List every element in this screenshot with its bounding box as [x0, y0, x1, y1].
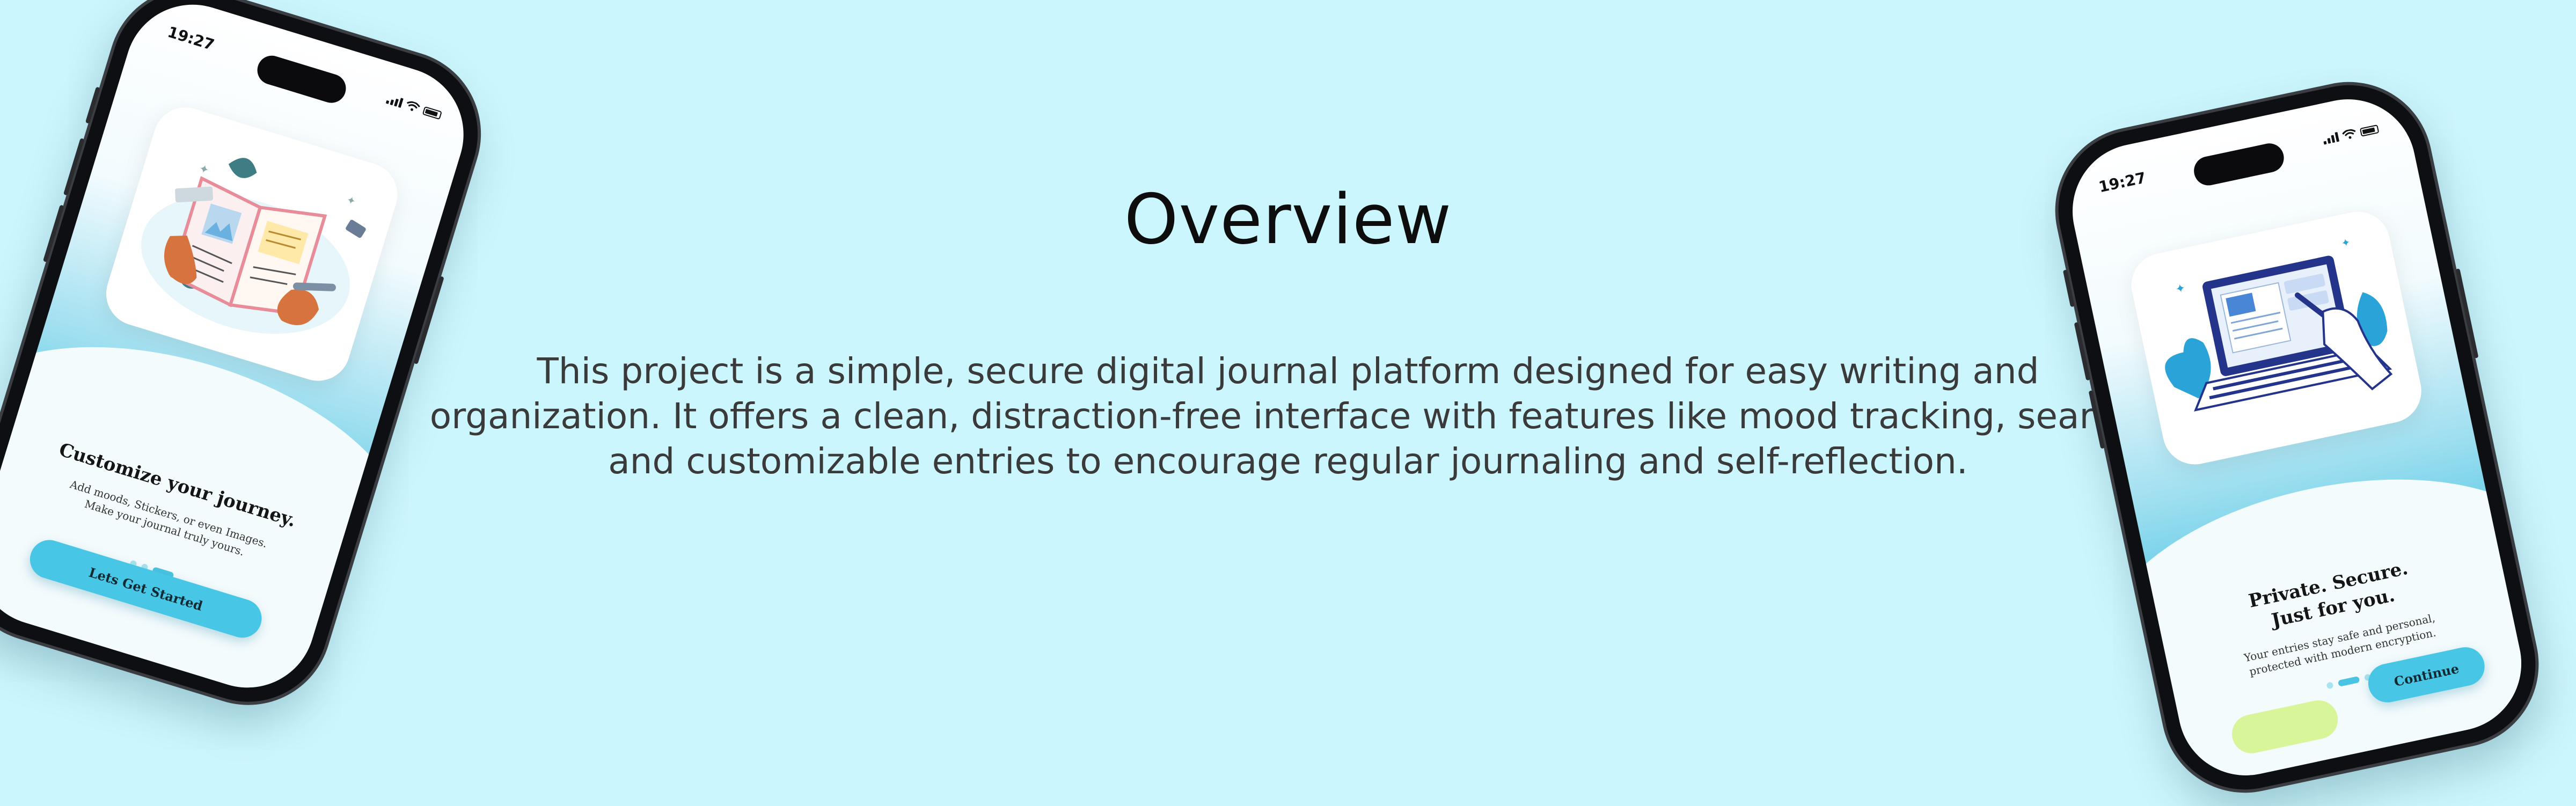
phone-mockup-left: 19:27 ✦ ✦ Customize your journey. Add mo… [0, 0, 498, 722]
dynamic-island [2191, 141, 2287, 188]
dynamic-island [253, 52, 350, 107]
status-time: 19:27 [165, 23, 217, 54]
wifi-icon [2342, 129, 2356, 139]
wifi-icon [407, 101, 420, 111]
svg-text:✦: ✦ [197, 162, 211, 178]
phone-power-button [2455, 268, 2479, 359]
battery-icon [2359, 124, 2380, 137]
phone-screen: 19:27 [0, 0, 480, 705]
battery-icon [422, 106, 442, 120]
svg-text:✦: ✦ [2174, 281, 2186, 296]
svg-text:✦: ✦ [2340, 236, 2351, 250]
overview-description: This project is a simple, secure digital… [429, 350, 2147, 482]
phone-volume-up-button [63, 138, 85, 196]
signal-icon [2322, 131, 2340, 145]
laptop-writing-illustration: ✦ ✦ [2125, 206, 2427, 471]
page-dot-active [2337, 676, 2360, 687]
svg-text:✦: ✦ [345, 193, 357, 208]
signal-icon [385, 94, 404, 108]
status-icons [2322, 123, 2380, 145]
status-icons [385, 94, 443, 120]
phone-mockup-right: 19:27 ✦ ✦ Private. Secure. Just for you.… [2043, 70, 2551, 805]
open-journal-illustration: ✦ ✦ [98, 99, 406, 389]
onboarding-sheet: Customize your journey. Add moods, Stick… [0, 296, 442, 705]
phone-side-button [85, 86, 100, 124]
phone-side-button [2062, 269, 2075, 307]
status-time: 19:27 [2097, 168, 2148, 196]
page-dot [2326, 682, 2334, 690]
